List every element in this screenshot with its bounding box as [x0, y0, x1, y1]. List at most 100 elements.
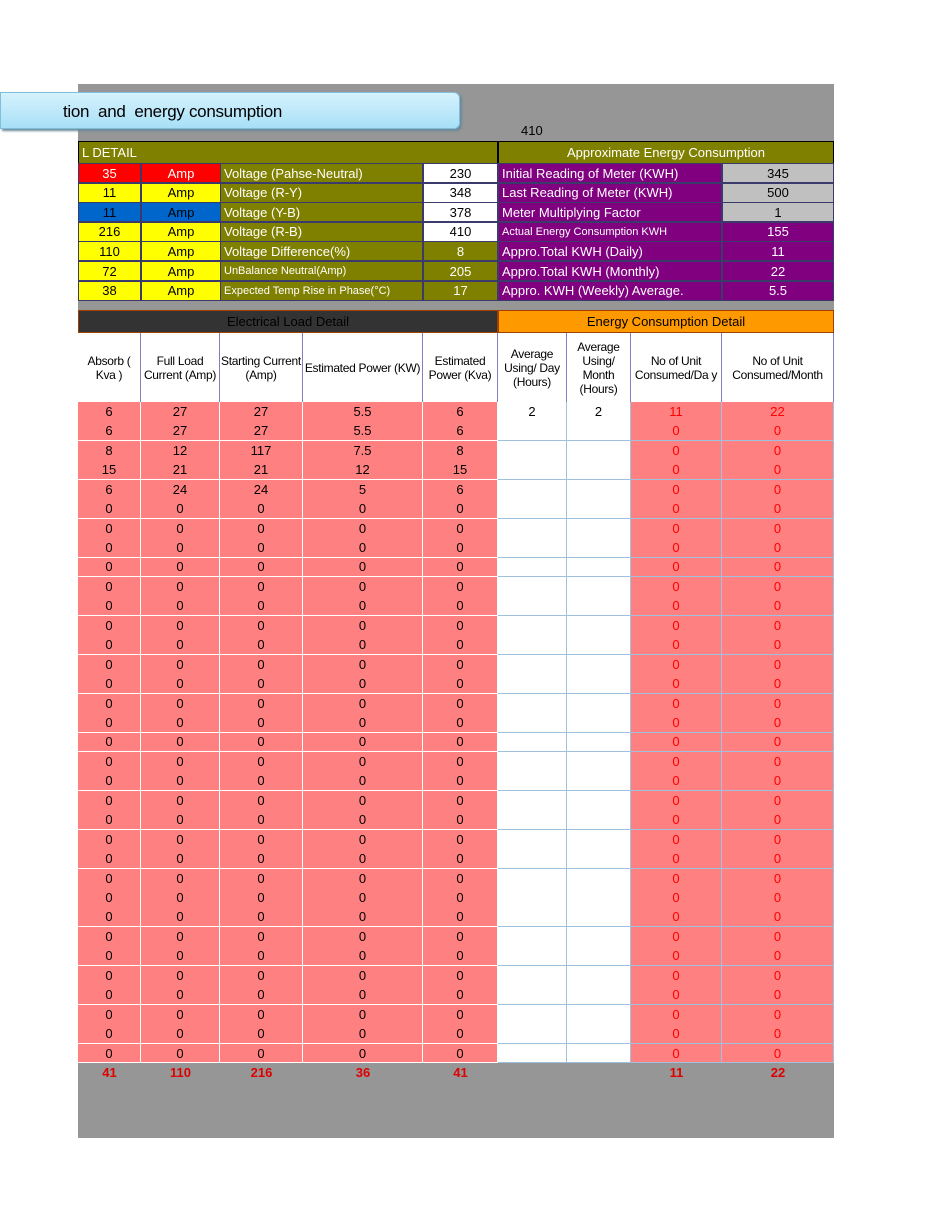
table-cell[interactable]	[567, 771, 631, 792]
voltage-value[interactable]: 230	[423, 163, 498, 183]
table-cell: 0	[631, 421, 722, 442]
table-cell[interactable]	[498, 654, 567, 675]
table-cell[interactable]	[498, 674, 567, 695]
table-cell: 0	[220, 771, 303, 792]
phase-current-cell[interactable]: 216	[78, 221, 141, 242]
table-cell[interactable]	[567, 635, 631, 656]
phase-current-cell[interactable]: 110	[78, 241, 141, 262]
table-cell[interactable]	[498, 499, 567, 520]
table-cell: 0	[423, 576, 498, 597]
table-cell[interactable]	[498, 985, 567, 1006]
table-cell[interactable]	[498, 926, 567, 947]
table-cell: 0	[78, 829, 141, 850]
table-cell: 0	[722, 615, 834, 636]
table-cell[interactable]	[567, 460, 631, 481]
table-cell: 0	[631, 557, 722, 578]
energy-value[interactable]: 1	[722, 202, 834, 223]
table-cell[interactable]	[498, 732, 567, 753]
table-cell[interactable]	[567, 576, 631, 597]
table-cell[interactable]	[498, 790, 567, 811]
table-cell[interactable]: 2	[567, 402, 631, 422]
table-cell[interactable]	[567, 810, 631, 831]
energy-value[interactable]: 500	[722, 182, 834, 203]
table-cell[interactable]	[567, 538, 631, 559]
table-cell[interactable]	[567, 751, 631, 772]
table-cell[interactable]	[567, 790, 631, 811]
table-cell[interactable]	[498, 713, 567, 733]
table-cell[interactable]	[498, 829, 567, 850]
table-cell[interactable]	[498, 751, 567, 772]
table-cell[interactable]	[498, 1004, 567, 1025]
voltage-value[interactable]: 378	[423, 202, 498, 223]
table-cell[interactable]	[567, 596, 631, 617]
voltage-value[interactable]: 348	[423, 182, 498, 203]
table-cell[interactable]	[498, 538, 567, 559]
table-cell[interactable]	[498, 868, 567, 889]
voltage-value[interactable]: 410	[423, 221, 498, 242]
phase-current-cell[interactable]: 11	[78, 202, 141, 223]
phase-current-cell[interactable]: 11	[78, 182, 141, 203]
table-cell[interactable]	[567, 479, 631, 500]
table-cell[interactable]	[567, 693, 631, 714]
table-cell[interactable]	[498, 907, 567, 928]
table-cell[interactable]	[567, 907, 631, 928]
table-cell: 0	[141, 1024, 220, 1045]
table-cell[interactable]	[498, 965, 567, 986]
table-cell[interactable]	[498, 479, 567, 500]
table-cell[interactable]	[567, 713, 631, 733]
table-cell[interactable]	[567, 557, 631, 578]
table-cell[interactable]: 2	[498, 402, 567, 422]
table-cell[interactable]	[498, 693, 567, 714]
table-cell[interactable]	[567, 1004, 631, 1025]
table-cell[interactable]	[567, 440, 631, 461]
table-cell: 0	[220, 499, 303, 520]
table-cell: 0	[423, 751, 498, 772]
table-cell[interactable]	[567, 654, 631, 675]
table-cell[interactable]	[567, 965, 631, 986]
table-cell: 0	[631, 965, 722, 986]
table-cell[interactable]	[498, 518, 567, 539]
table-cell[interactable]	[567, 615, 631, 636]
table-cell[interactable]	[498, 421, 567, 442]
table-cell[interactable]	[498, 557, 567, 578]
table-cell[interactable]	[567, 421, 631, 442]
table-cell: 0	[631, 849, 722, 870]
total-cell: 11	[669, 1064, 684, 1080]
table-cell: 0	[722, 732, 834, 753]
voltage-value: 8	[423, 241, 498, 262]
phase-current-cell[interactable]: 35	[78, 163, 141, 183]
table-cell[interactable]	[567, 732, 631, 753]
table-cell[interactable]	[567, 849, 631, 870]
table-cell[interactable]	[567, 946, 631, 967]
table-cell: 0	[423, 868, 498, 889]
table-cell[interactable]	[498, 635, 567, 656]
table-cell[interactable]	[567, 926, 631, 947]
phase-current-cell[interactable]: 72	[78, 261, 141, 281]
table-cell[interactable]	[498, 596, 567, 617]
table-cell[interactable]	[567, 888, 631, 908]
table-cell[interactable]	[498, 888, 567, 908]
table-cell[interactable]	[498, 1024, 567, 1045]
phase-current-cell[interactable]: 38	[78, 280, 141, 301]
table-cell[interactable]	[498, 771, 567, 792]
table-cell[interactable]	[567, 499, 631, 520]
table-cell[interactable]	[567, 1043, 631, 1064]
energy-value[interactable]: 345	[722, 163, 834, 183]
table-cell: 0	[722, 693, 834, 714]
table-cell[interactable]	[498, 576, 567, 597]
table-cell[interactable]	[498, 810, 567, 831]
table-cell: 0	[78, 849, 141, 870]
table-cell[interactable]	[567, 985, 631, 1006]
table-cell[interactable]	[498, 460, 567, 481]
table-cell[interactable]	[567, 518, 631, 539]
table-cell[interactable]	[498, 849, 567, 870]
table-cell[interactable]	[567, 1024, 631, 1045]
table-cell[interactable]	[498, 615, 567, 636]
table-cell[interactable]	[567, 868, 631, 889]
table-cell[interactable]	[498, 440, 567, 461]
table-cell[interactable]	[567, 829, 631, 850]
table-cell[interactable]	[567, 674, 631, 695]
table-cell[interactable]	[498, 946, 567, 967]
table-cell[interactable]	[498, 1043, 567, 1064]
table-cell: 0	[722, 576, 834, 597]
